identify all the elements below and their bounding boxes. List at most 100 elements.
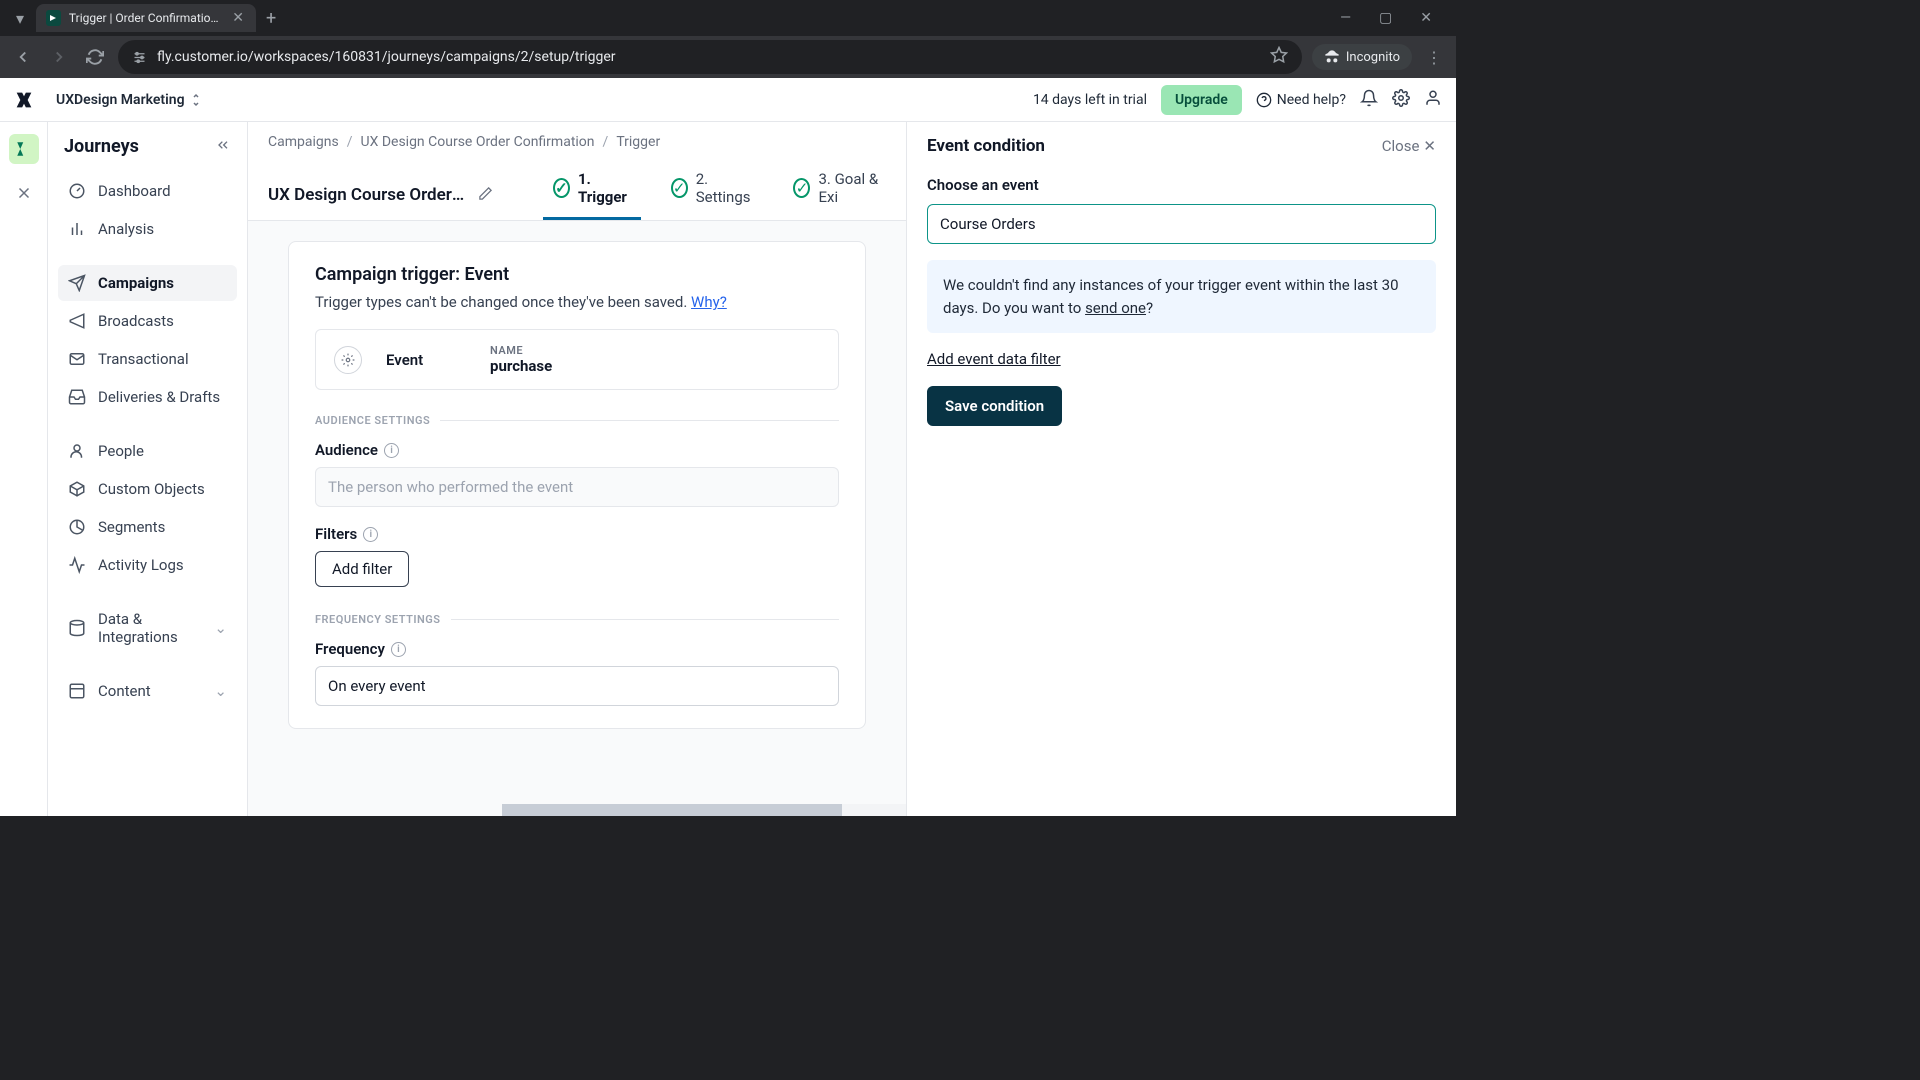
forward-icon xyxy=(46,44,72,70)
incognito-badge[interactable]: Incognito xyxy=(1312,44,1412,70)
campaign-title: UX Design Course Order Confi… xyxy=(268,185,468,205)
frequency-select[interactable]: On every event xyxy=(315,666,839,706)
edit-title-icon[interactable] xyxy=(478,186,493,205)
check-icon: ✓ xyxy=(671,178,688,198)
back-icon[interactable] xyxy=(10,44,36,70)
event-icon xyxy=(334,346,362,374)
card-title: Campaign trigger: Event xyxy=(315,264,839,285)
database-icon xyxy=(68,619,86,637)
url-field[interactable]: fly.customer.io/workspaces/160831/journe… xyxy=(118,40,1302,74)
step-goal[interactable]: ✓3. Goal & Exi xyxy=(793,170,886,220)
breadcrumb: Campaigns / UX Design Course Order Confi… xyxy=(248,122,906,162)
megaphone-icon xyxy=(68,312,86,330)
info-icon[interactable]: i xyxy=(391,642,406,657)
step-settings[interactable]: ✓2. Settings xyxy=(671,170,754,220)
why-link[interactable]: Why? xyxy=(691,293,727,311)
site-settings-icon[interactable] xyxy=(132,50,147,65)
user-icon xyxy=(68,442,86,460)
panel-title: Event condition xyxy=(927,136,1045,156)
sidebar-item-content[interactable]: Content⌄ xyxy=(58,673,237,709)
minimize-icon[interactable]: — xyxy=(1332,6,1359,30)
card-subtitle: Trigger types can't be changed once they… xyxy=(315,293,839,311)
tab-search-icon[interactable]: ▾ xyxy=(8,5,32,32)
event-not-found-notice: We couldn't find any instances of your t… xyxy=(927,260,1436,333)
sidebar-item-activity[interactable]: Activity Logs xyxy=(58,547,237,583)
trigger-card: Campaign trigger: Event Trigger types ca… xyxy=(288,241,866,729)
step-trigger[interactable]: ✓1. Trigger xyxy=(553,170,631,220)
app-logo-icon[interactable] xyxy=(0,89,48,111)
favicon-icon xyxy=(46,10,61,26)
sidebar-item-transactional[interactable]: Transactional xyxy=(58,341,237,377)
info-icon[interactable]: i xyxy=(363,527,378,542)
sidebar-item-broadcasts[interactable]: Broadcasts xyxy=(58,303,237,339)
close-panel-button[interactable]: Close ✕ xyxy=(1382,137,1436,155)
send-one-link[interactable]: send one xyxy=(1085,299,1146,317)
sidebar-item-people[interactable]: People xyxy=(58,433,237,469)
upgrade-button[interactable]: Upgrade xyxy=(1161,85,1242,115)
collapse-sidebar-icon[interactable] xyxy=(215,137,231,157)
gauge-icon xyxy=(68,182,86,200)
audience-field: The person who performed the event xyxy=(315,467,839,507)
save-condition-button[interactable]: Save condition xyxy=(927,386,1062,426)
bookmark-icon[interactable] xyxy=(1270,46,1288,68)
tab-title: Trigger | Order Confirmation | C xyxy=(69,11,222,25)
add-filter-button[interactable]: Add filter xyxy=(315,551,409,587)
switcher-icon xyxy=(191,93,201,107)
workspace-switcher[interactable]: UXDesign Marketing xyxy=(48,92,209,108)
url-text: fly.customer.io/workspaces/160831/journe… xyxy=(157,49,1260,65)
new-tab-button[interactable]: + xyxy=(256,4,286,33)
incognito-icon xyxy=(1324,49,1340,65)
maximize-icon[interactable]: ▢ xyxy=(1371,6,1400,30)
mail-icon xyxy=(68,350,86,368)
close-icon: ✕ xyxy=(1423,137,1436,155)
rail-journeys-icon[interactable] xyxy=(9,134,39,164)
add-event-data-filter-link[interactable]: Add event data filter xyxy=(927,350,1061,368)
frequency-label: Frequency xyxy=(315,640,385,658)
sidebar-item-dashboard[interactable]: Dashboard xyxy=(58,173,237,209)
sidebar-item-campaigns[interactable]: Campaigns xyxy=(58,265,237,301)
window-controls: — ▢ ✕ xyxy=(1332,6,1448,30)
tab-close-icon[interactable]: ✕ xyxy=(230,10,246,26)
campaign-header: UX Design Course Order Confi… ✓1. Trigge… xyxy=(248,162,906,221)
sidebar-item-analysis[interactable]: Analysis xyxy=(58,211,237,247)
sidebar: Journeys Dashboard Analysis Campaigns Br… xyxy=(48,122,248,816)
check-icon: ✓ xyxy=(553,178,570,198)
sidebar-item-data[interactable]: Data & Integrations⌄ xyxy=(58,601,237,655)
filters-label: Filters xyxy=(315,525,357,543)
app-root: UXDesign Marketing 14 days left in trial… xyxy=(0,78,1456,816)
layout-icon xyxy=(68,682,86,700)
browser-menu-icon[interactable]: ⋮ xyxy=(1422,44,1446,71)
frequency-section-label: FREQUENCY SETTINGS xyxy=(315,613,441,626)
inbox-icon xyxy=(68,388,86,406)
browser-tab[interactable]: Trigger | Order Confirmation | C ✕ xyxy=(36,4,256,32)
settings-icon[interactable] xyxy=(1392,89,1410,111)
sidebar-item-custom-objects[interactable]: Custom Objects xyxy=(58,471,237,507)
breadcrumb-campaigns[interactable]: Campaigns xyxy=(268,134,339,150)
chart-icon xyxy=(68,220,86,238)
event-name-input[interactable] xyxy=(927,204,1436,244)
activity-icon xyxy=(68,556,86,574)
box-icon xyxy=(68,480,86,498)
tab-bar: ▾ Trigger | Order Confirmation | C ✕ + —… xyxy=(0,0,1456,36)
notifications-icon[interactable] xyxy=(1360,89,1378,111)
sidebar-item-segments[interactable]: Segments xyxy=(58,509,237,545)
sidebar-item-deliveries[interactable]: Deliveries & Drafts xyxy=(58,379,237,415)
event-summary[interactable]: Event NAME purchase xyxy=(315,329,839,390)
browser-chrome: ▾ Trigger | Order Confirmation | C ✕ + —… xyxy=(0,0,1456,78)
sidebar-title: Journeys xyxy=(64,136,139,157)
check-icon: ✓ xyxy=(793,178,810,198)
help-icon xyxy=(1256,92,1272,108)
help-link[interactable]: Need help? xyxy=(1256,92,1346,108)
pie-icon xyxy=(68,518,86,536)
reload-icon[interactable] xyxy=(82,44,108,70)
close-window-icon[interactable]: ✕ xyxy=(1412,6,1440,30)
address-bar: fly.customer.io/workspaces/160831/journe… xyxy=(0,36,1456,78)
audience-label: Audience xyxy=(315,441,378,459)
profile-icon[interactable] xyxy=(1424,89,1442,111)
horizontal-scrollbar[interactable] xyxy=(502,804,906,816)
info-icon[interactable]: i xyxy=(384,443,399,458)
chevron-down-icon: ⌄ xyxy=(214,619,227,637)
breadcrumb-campaign[interactable]: UX Design Course Order Confirmation xyxy=(361,134,595,150)
rail-secondary-icon[interactable] xyxy=(9,178,39,208)
chevron-down-icon: ⌄ xyxy=(214,682,227,700)
